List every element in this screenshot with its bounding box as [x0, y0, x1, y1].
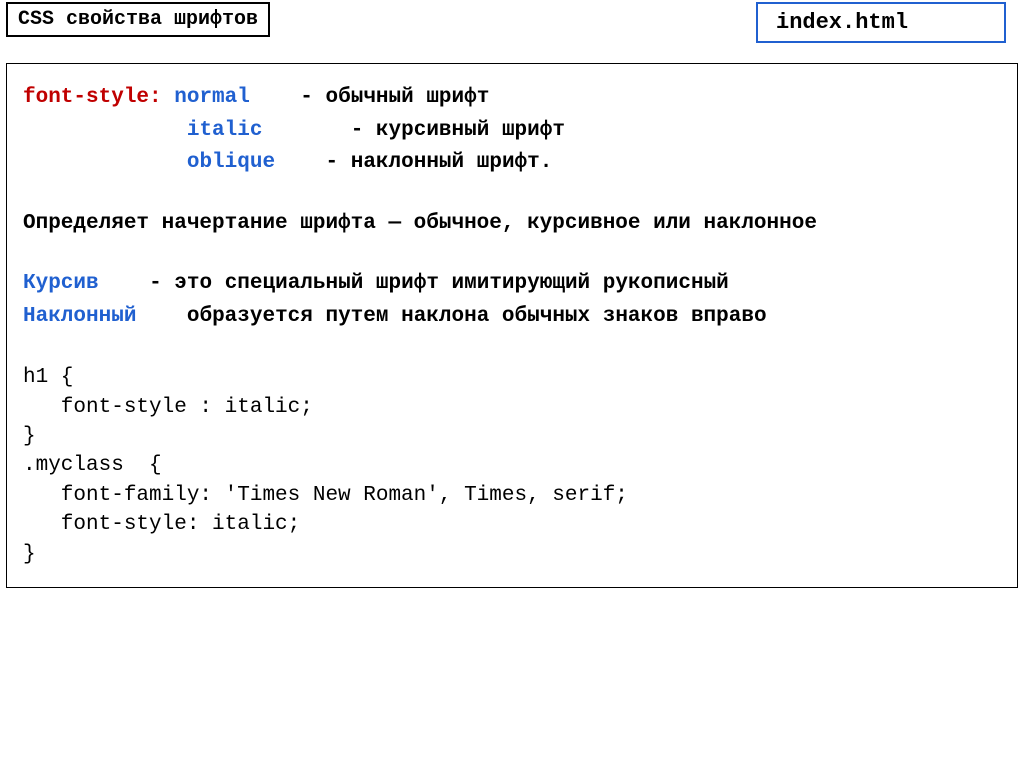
dash: -	[149, 272, 174, 295]
terms-block: Курсив - это специальный шрифт имитирующ…	[23, 268, 1001, 333]
code-block: h1 { font-style : italic; } .myclass { f…	[23, 363, 1001, 569]
description-heading: Определяет начертание шрифта — обычное, …	[23, 208, 1001, 241]
term-description: это специальный шрифт имитирующий рукопи…	[174, 272, 729, 295]
term-kursiv: Курсив	[23, 272, 99, 295]
dash: -	[326, 151, 351, 174]
value-description: курсивный шрифт	[376, 119, 565, 142]
property-value-normal: normal	[174, 86, 250, 109]
page-title: CSS свойства шрифтов	[6, 2, 270, 37]
code-example: h1 { font-style : italic; } .myclass { f…	[23, 363, 1001, 569]
value-description: обычный шрифт	[326, 86, 490, 109]
term-description: образуется путем наклона обычных знаков …	[187, 305, 767, 328]
header-row: CSS свойства шрифтов index.html	[6, 2, 1018, 43]
property-name: font-style:	[23, 86, 162, 109]
property-definition: font-style: normal - обычный шрифт itali…	[23, 82, 1001, 180]
value-description: наклонный шрифт.	[351, 151, 553, 174]
content-box: font-style: normal - обычный шрифт itali…	[6, 63, 1018, 588]
property-value-italic: italic	[187, 119, 263, 142]
dash: -	[300, 86, 325, 109]
term-naklonny: Наклонный	[23, 305, 136, 328]
property-value-oblique: oblique	[187, 151, 275, 174]
filename-box: index.html	[756, 2, 1006, 43]
dash: -	[351, 119, 376, 142]
